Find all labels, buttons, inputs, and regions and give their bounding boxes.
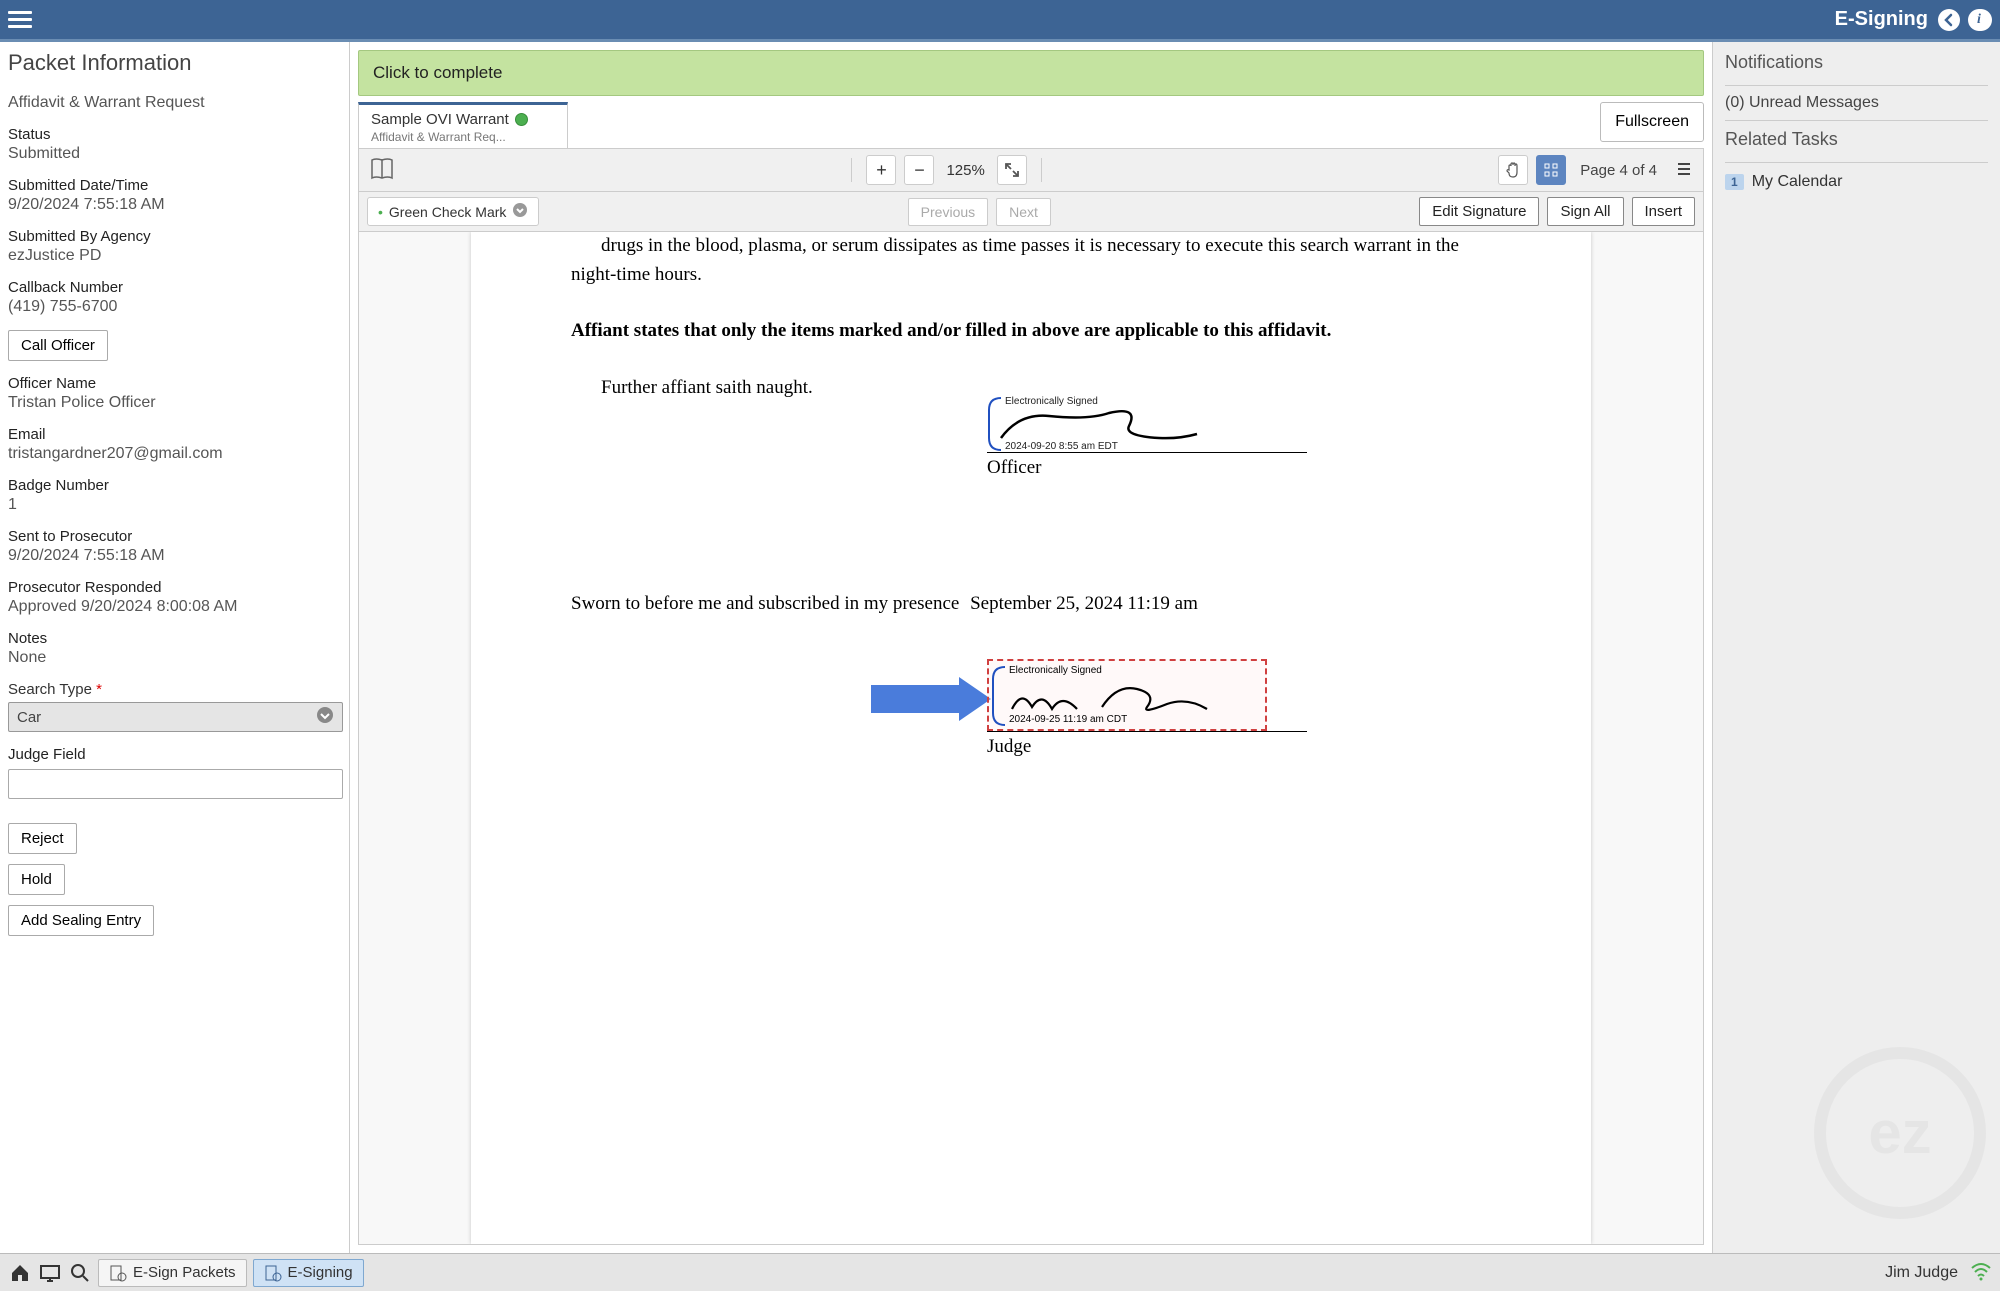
select-tool-icon[interactable] bbox=[1536, 155, 1566, 185]
left-panel: Packet Information Affidavit & Warrant R… bbox=[0, 42, 350, 1253]
tab-label: E-Sign Packets bbox=[133, 1264, 236, 1281]
chevron-down-icon bbox=[316, 706, 334, 728]
submitted-date-value: 9/20/2024 7:55:18 AM bbox=[8, 196, 349, 214]
document-viewer[interactable]: drugs in the blood, plasma, or serum dis… bbox=[358, 232, 1704, 1245]
back-icon[interactable] bbox=[1938, 9, 1960, 31]
search-type-value: Car bbox=[17, 709, 41, 726]
email-value: tristangardner207@gmail.com bbox=[8, 445, 349, 463]
search-icon[interactable] bbox=[68, 1261, 92, 1285]
wifi-icon bbox=[1970, 1260, 1992, 1285]
badge-value: 1 bbox=[8, 496, 349, 514]
zoom-level: 125% bbox=[942, 162, 988, 179]
badge-label: Badge Number bbox=[8, 477, 349, 494]
top-bar: E-Signing i bbox=[0, 0, 2000, 42]
reject-button[interactable]: Reject bbox=[8, 823, 77, 854]
judge-esign-label: Electronically Signed bbox=[1009, 663, 1102, 678]
previous-button[interactable]: Previous bbox=[908, 198, 988, 226]
prosecutor-responded-value: Approved 9/20/2024 8:00:08 AM bbox=[8, 598, 349, 616]
document-page: drugs in the blood, plasma, or serum dis… bbox=[471, 232, 1591, 1244]
call-officer-button[interactable]: Call Officer bbox=[8, 330, 108, 361]
book-icon[interactable] bbox=[369, 156, 395, 185]
tab-label: E-Signing bbox=[288, 1264, 353, 1281]
notes-label: Notes bbox=[8, 630, 349, 647]
sign-all-button[interactable]: Sign All bbox=[1547, 197, 1623, 226]
current-user: Jim Judge bbox=[1885, 1264, 1958, 1282]
home-icon[interactable] bbox=[8, 1261, 32, 1285]
hand-tool-icon[interactable] bbox=[1498, 155, 1528, 185]
status-value: Submitted bbox=[8, 145, 349, 163]
notifications-title: Notifications bbox=[1725, 52, 1988, 73]
email-label: Email bbox=[8, 426, 349, 443]
menu-icon[interactable] bbox=[8, 11, 32, 28]
signature-toolbar: • Green Check Mark Previous Next Edit Si… bbox=[358, 192, 1704, 232]
insert-button[interactable]: Insert bbox=[1632, 197, 1696, 226]
sent-prosecutor-value: 9/20/2024 7:55:18 AM bbox=[8, 547, 349, 565]
arrow-icon bbox=[871, 677, 991, 721]
doc-type-value: Affidavit & Warrant Request bbox=[8, 94, 349, 112]
expand-icon[interactable] bbox=[997, 155, 1027, 185]
document-tab[interactable]: Sample OVI Warrant Affidavit & Warrant R… bbox=[358, 102, 568, 148]
judge-role-label: Judge bbox=[987, 733, 1031, 762]
packet-info-title: Packet Information bbox=[8, 50, 349, 76]
notes-value: None bbox=[8, 649, 349, 667]
task-count-badge: 1 bbox=[1725, 174, 1744, 190]
fullscreen-button[interactable]: Fullscreen bbox=[1600, 102, 1704, 142]
judge-field-input[interactable] bbox=[8, 769, 343, 799]
panel-title: E-Signing bbox=[1835, 8, 1928, 31]
judge-signature-field[interactable]: Electronically Signed 2024-09-25 11:19 a… bbox=[987, 659, 1267, 731]
info-icon[interactable]: i bbox=[1968, 9, 1990, 31]
edit-signature-button[interactable]: Edit Signature bbox=[1419, 197, 1539, 226]
center-panel: Click to complete Sample OVI Warrant Aff… bbox=[350, 42, 1712, 1253]
submitted-by-value: ezJustice PD bbox=[8, 247, 349, 265]
doc-tab-subtitle: Affidavit & Warrant Req... bbox=[371, 130, 555, 144]
officer-role-label: Officer bbox=[987, 454, 1042, 483]
sworn-date: September 25, 2024 11:19 am bbox=[970, 593, 1198, 614]
officer-name-label: Officer Name bbox=[8, 375, 349, 392]
doc-paragraph-1: drugs in the blood, plasma, or serum dis… bbox=[571, 232, 1491, 289]
bottom-bar: E-Sign Packets E-Signing Jim Judge bbox=[0, 1253, 2000, 1291]
judge-field-label: Judge Field bbox=[8, 746, 349, 763]
svg-text:ez: ez bbox=[1868, 1099, 1931, 1166]
stamp-dropdown[interactable]: • Green Check Mark bbox=[367, 197, 539, 226]
viewer-toolbar: + − 125% Page 4 of 4 bbox=[358, 148, 1704, 192]
task-my-calendar[interactable]: 1 My Calendar bbox=[1725, 173, 1988, 191]
search-type-select[interactable]: Car bbox=[8, 702, 343, 732]
status-dot-icon bbox=[515, 113, 528, 126]
unread-messages[interactable]: (0) Unread Messages bbox=[1725, 94, 1988, 112]
callback-value: (419) 755-6700 bbox=[8, 298, 349, 316]
submitted-by-label: Submitted By Agency bbox=[8, 228, 349, 245]
sent-prosecutor-label: Sent to Prosecutor bbox=[8, 528, 349, 545]
chevron-down-icon bbox=[512, 202, 528, 221]
ez-logo-icon: ez bbox=[1810, 1043, 1990, 1223]
task-name: My Calendar bbox=[1752, 173, 1843, 191]
monitor-icon[interactable] bbox=[38, 1261, 62, 1285]
tab-esign-packets[interactable]: E-Sign Packets bbox=[98, 1259, 247, 1287]
tab-esigning[interactable]: E-Signing bbox=[253, 1259, 364, 1287]
page-indicator: Page 4 of 4 bbox=[1580, 162, 1657, 179]
add-sealing-button[interactable]: Add Sealing Entry bbox=[8, 905, 154, 936]
search-type-label: Search Type * bbox=[8, 681, 349, 698]
doc-tab-title: Sample OVI Warrant bbox=[371, 111, 509, 128]
submitted-date-label: Submitted Date/Time bbox=[8, 177, 349, 194]
officer-signature: Electronically Signed 2024-09-20 8:55 am… bbox=[987, 396, 1217, 452]
zoom-out-button[interactable]: − bbox=[904, 155, 934, 185]
stamp-label: Green Check Mark bbox=[389, 204, 506, 220]
sworn-statement: Sworn to before me and subscribed in my … bbox=[571, 590, 1491, 619]
esign-label: Electronically Signed bbox=[1005, 394, 1098, 409]
zoom-in-button[interactable]: + bbox=[866, 155, 896, 185]
related-tasks-title: Related Tasks bbox=[1725, 129, 1988, 150]
status-label: Status bbox=[8, 126, 349, 143]
judge-sig-timestamp: 2024-09-25 11:19 am CDT bbox=[1009, 712, 1127, 727]
click-to-complete-bar[interactable]: Click to complete bbox=[358, 50, 1704, 96]
prosecutor-responded-label: Prosecutor Responded bbox=[8, 579, 349, 596]
more-menu-icon[interactable] bbox=[1675, 160, 1693, 181]
callback-label: Callback Number bbox=[8, 279, 349, 296]
next-button[interactable]: Next bbox=[996, 198, 1051, 226]
hold-button[interactable]: Hold bbox=[8, 864, 65, 895]
doc-paragraph-2: Affiant states that only the items marke… bbox=[571, 317, 1491, 346]
right-panel: Notifications (0) Unread Messages Relate… bbox=[1712, 42, 2000, 1253]
officer-name-value: Tristan Police Officer bbox=[8, 394, 349, 412]
